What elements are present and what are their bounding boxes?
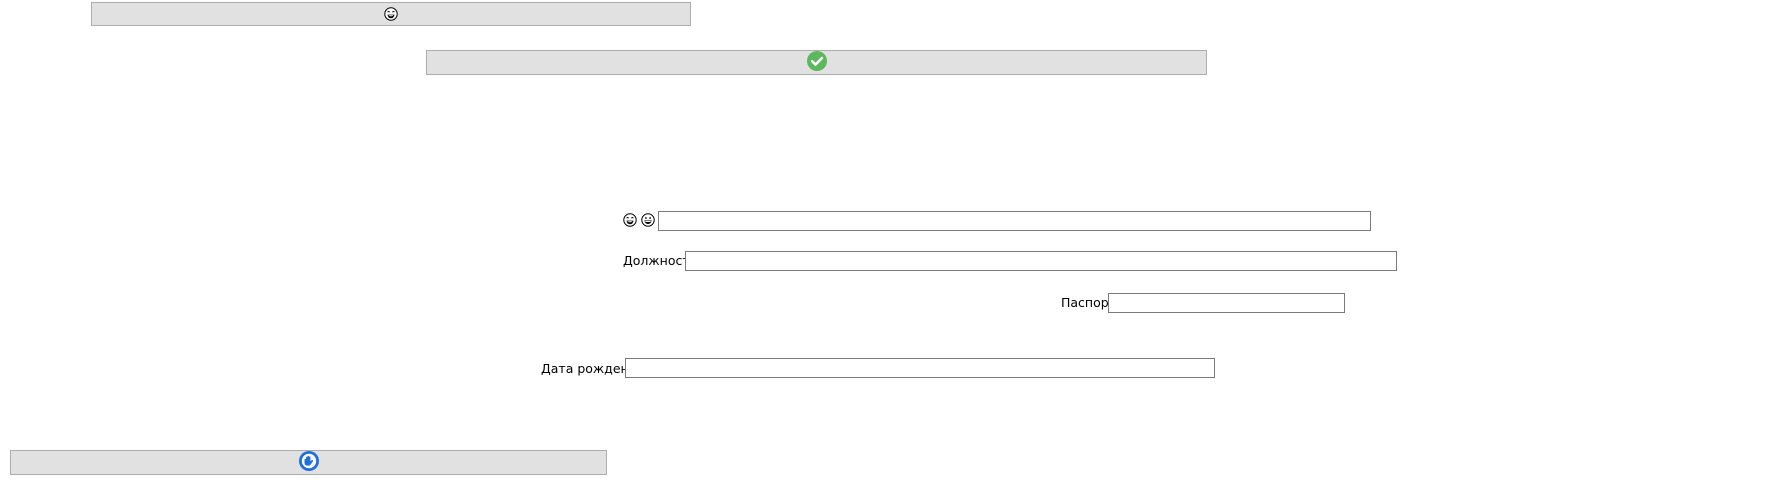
top-emoji-button[interactable] <box>91 2 691 26</box>
laughing-face-icon <box>384 7 398 21</box>
bottom-hand-button[interactable] <box>10 450 607 475</box>
laughing-face-icon <box>623 213 637 227</box>
blue-round-hand-icon <box>298 450 320 475</box>
row1-input[interactable] <box>658 211 1371 231</box>
confirm-button[interactable] <box>426 50 1207 75</box>
green-checkmark-icon <box>806 50 828 75</box>
birthdate-field[interactable] <box>625 358 1215 378</box>
passport-field[interactable] <box>1108 293 1345 313</box>
row1-icon-group <box>623 213 655 227</box>
position-field[interactable] <box>685 251 1397 271</box>
grinning-face-icon <box>641 213 655 227</box>
